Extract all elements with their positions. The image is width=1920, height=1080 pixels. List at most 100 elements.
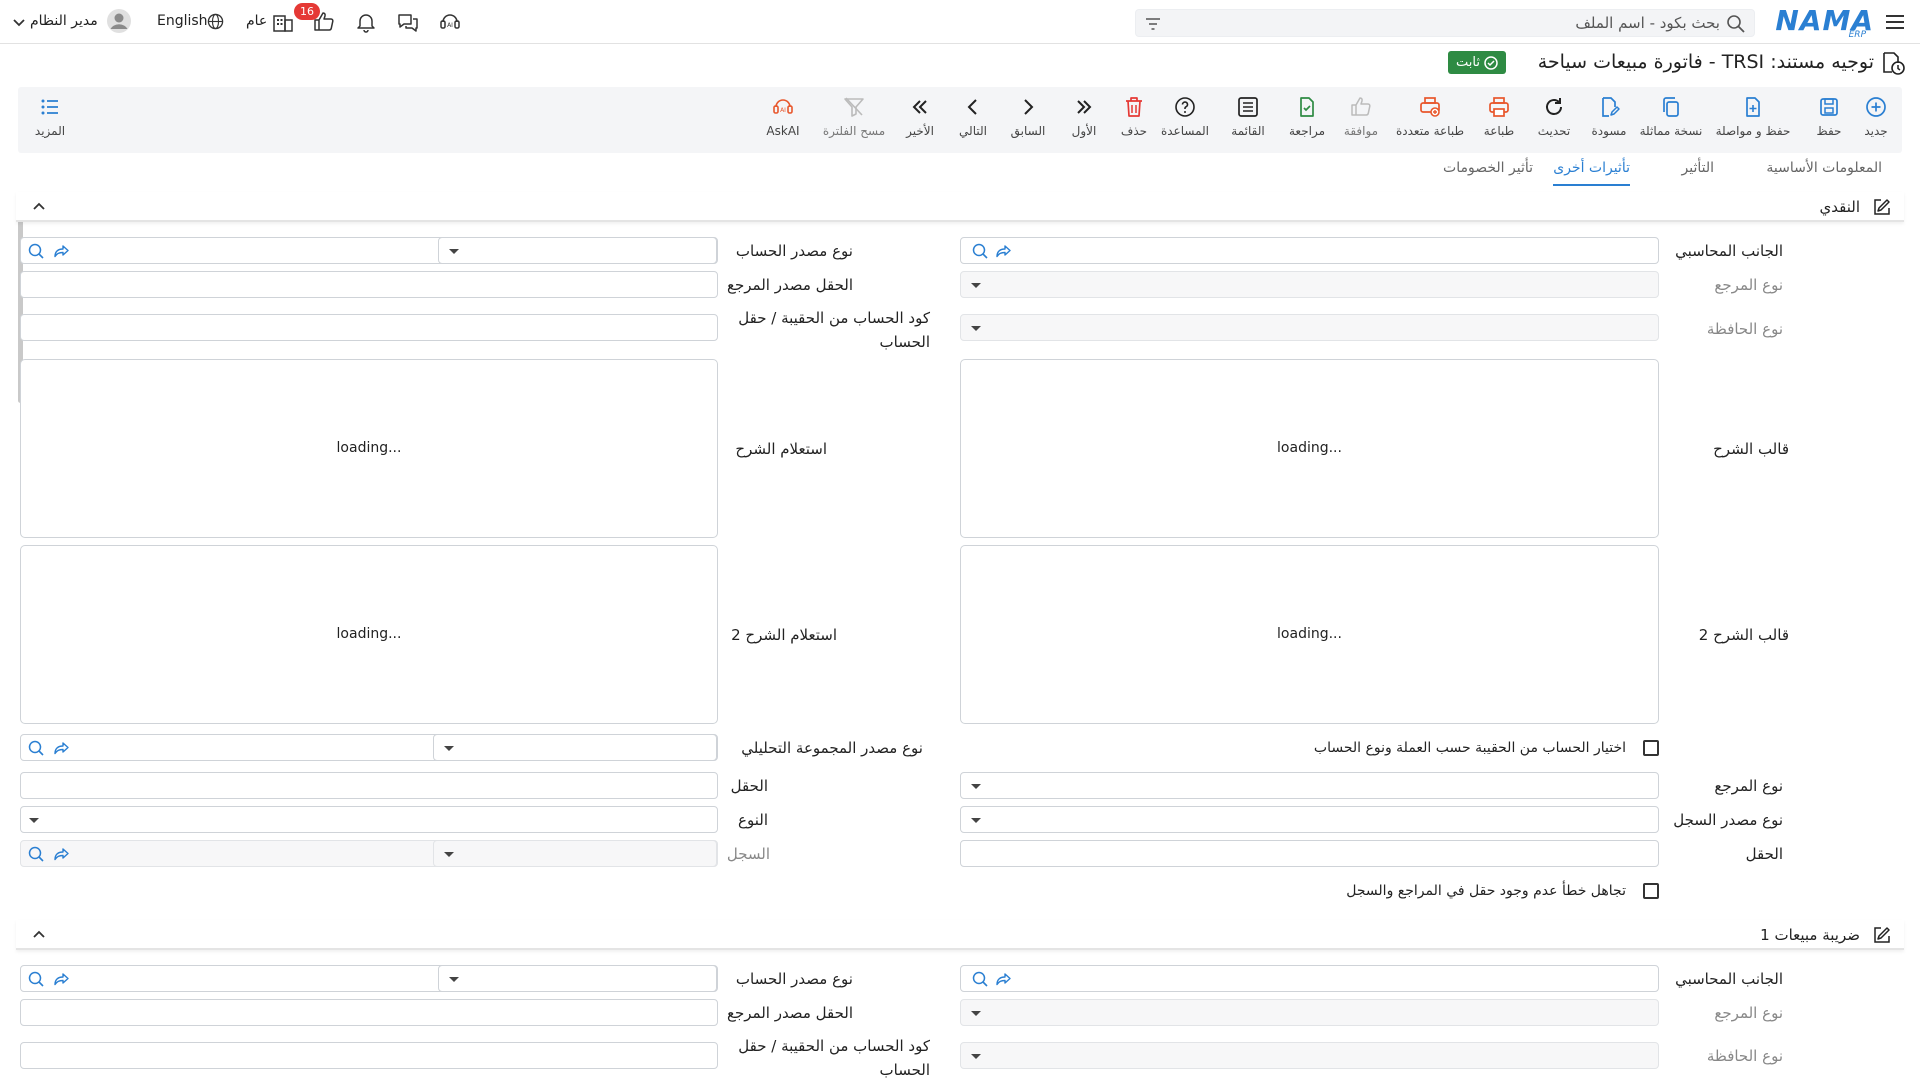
chevron-up-icon[interactable] xyxy=(32,200,46,214)
ref-type2-select[interactable] xyxy=(960,772,1659,799)
share-icon[interactable] xyxy=(995,970,1013,988)
chevron-down-icon[interactable] xyxy=(12,15,26,29)
draft-button[interactable]: مسودة xyxy=(1579,95,1639,147)
share-icon[interactable] xyxy=(53,242,71,260)
search-plus-icon[interactable] xyxy=(27,970,45,988)
account-source-type-select[interactable] xyxy=(438,237,717,264)
status-badge: ثابت xyxy=(1448,51,1506,74)
double-chevron-left-icon xyxy=(912,100,927,114)
more-button[interactable]: المزيد xyxy=(22,95,78,147)
multi-print-label: طباعة متعددة xyxy=(1395,124,1464,138)
svg-text:AI: AI xyxy=(447,22,453,29)
loading-text: loading... xyxy=(1277,625,1342,642)
search-plus-icon[interactable] xyxy=(27,242,45,260)
record-source-type-label: نوع مصدر السجل xyxy=(1673,811,1783,829)
search-input[interactable] xyxy=(1180,13,1720,33)
field-input[interactable] xyxy=(20,772,718,799)
svg-text:AI: AI xyxy=(780,107,786,114)
choose-account-checkbox[interactable] xyxy=(1643,740,1659,756)
edit-icon[interactable] xyxy=(1872,197,1892,217)
search-plus-icon[interactable] xyxy=(27,739,45,757)
search-plus-icon[interactable] xyxy=(971,242,989,260)
chat-icon[interactable] xyxy=(396,10,420,34)
choose-account-checkbox-label: اختيار الحساب من الحقيبة حسب العملة ونوع… xyxy=(1313,740,1626,756)
tax-reference-source-field-input[interactable] xyxy=(20,999,718,1026)
field2-input[interactable] xyxy=(960,840,1659,867)
approve-button[interactable]: موافقة xyxy=(1331,95,1391,147)
bell-icon[interactable] xyxy=(354,10,378,34)
edit-icon[interactable] xyxy=(1872,925,1892,945)
clear-filter-button[interactable]: مسح الفلترة xyxy=(818,95,890,147)
check-circle-icon xyxy=(1484,55,1498,70)
company-building-icon[interactable] xyxy=(271,10,295,34)
record-source-type-select[interactable] xyxy=(960,806,1659,833)
narration-template2-editor[interactable]: loading... xyxy=(960,545,1659,724)
search-plus-icon[interactable] xyxy=(27,845,45,863)
save-button[interactable]: حفظ xyxy=(1799,95,1859,147)
tab-basic-info[interactable]: المعلومات الأساسية xyxy=(1766,160,1882,186)
record-select[interactable] xyxy=(433,840,717,867)
tax-account-source-type-select[interactable] xyxy=(438,965,717,992)
delete-button[interactable]: حذف xyxy=(1111,95,1157,147)
accounting-side-label: الجانب المحاسبي xyxy=(1675,242,1783,260)
narration-query-editor[interactable]: loading... xyxy=(20,359,718,538)
ignore-error-checkbox[interactable] xyxy=(1643,883,1659,899)
type-select[interactable] xyxy=(20,806,718,833)
share-icon[interactable] xyxy=(53,845,71,863)
tax-reference-type-select[interactable] xyxy=(960,999,1659,1026)
account-code-input[interactable] xyxy=(20,314,718,341)
tab-discount-effect[interactable]: تأثير الخصومات xyxy=(1443,160,1563,186)
tab-other-effects[interactable]: تأثيرات أخرى xyxy=(1553,160,1630,186)
previous-button[interactable]: السابق xyxy=(1002,95,1054,147)
search-plus-icon[interactable] xyxy=(971,970,989,988)
list-label: القائمة xyxy=(1231,124,1265,138)
narration-template-editor[interactable]: loading... xyxy=(960,359,1659,538)
account-source-type-field[interactable] xyxy=(20,237,718,264)
tax-account-source-type-field[interactable] xyxy=(20,965,718,992)
tab-effect[interactable]: التأثير xyxy=(1682,160,1715,186)
user-avatar-icon[interactable] xyxy=(107,9,131,33)
help-button[interactable]: المساعدة xyxy=(1151,95,1219,147)
user-name[interactable]: مدير النظام xyxy=(30,13,98,29)
share-icon[interactable] xyxy=(53,970,71,988)
tax-portfolio-type-select[interactable] xyxy=(960,1042,1659,1069)
filter-icon[interactable] xyxy=(1144,15,1162,33)
analytic-source-type-select[interactable] xyxy=(433,734,717,761)
narration-query2-editor[interactable]: loading... xyxy=(20,545,718,724)
share-icon[interactable] xyxy=(53,739,71,757)
file-plus-icon xyxy=(1746,97,1760,117)
ai-assistant-icon[interactable]: AI xyxy=(438,10,462,34)
share-icon[interactable] xyxy=(995,242,1013,260)
tax-account-code-input[interactable] xyxy=(20,1042,718,1069)
document-settings-icon xyxy=(1883,52,1905,75)
dropdown-arrow-icon xyxy=(29,818,39,823)
refresh-button[interactable]: تحديث xyxy=(1524,95,1584,147)
askai-button[interactable]: AI AskAI xyxy=(755,95,811,147)
analytic-source-type-field[interactable] xyxy=(20,734,718,761)
next-button[interactable]: التالي xyxy=(948,95,998,147)
record-field[interactable] xyxy=(20,840,718,867)
accounting-side-field[interactable] xyxy=(960,237,1659,264)
dropdown-arrow-icon xyxy=(971,818,981,823)
save-continue-button[interactable]: حفظ و مواصلة xyxy=(1713,95,1793,147)
reference-type-select[interactable] xyxy=(960,271,1659,298)
chevron-up-icon[interactable] xyxy=(32,928,46,942)
nama-logo[interactable]: NAMA ERP xyxy=(1775,4,1874,40)
print-label: طباعة xyxy=(1483,124,1515,138)
review-button[interactable]: مراجعة xyxy=(1277,95,1337,147)
last-button[interactable]: الأخير xyxy=(894,95,946,147)
tax-accounting-side-field[interactable] xyxy=(960,965,1659,992)
list-button[interactable]: القائمة xyxy=(1218,95,1278,147)
first-button[interactable]: الأول xyxy=(1061,95,1107,147)
print-button[interactable]: طباعة xyxy=(1469,95,1529,147)
duplicate-button[interactable]: نسخة مماثلة xyxy=(1635,95,1707,147)
duplicate-label: نسخة مماثلة xyxy=(1639,124,1703,138)
hamburger-menu-icon[interactable] xyxy=(1884,11,1906,33)
language-switch[interactable]: English xyxy=(157,13,208,29)
save-continue-label: حفظ و مواصلة xyxy=(1715,124,1791,138)
multi-print-button[interactable]: طباعة متعددة xyxy=(1392,95,1468,147)
company-name[interactable]: عام xyxy=(246,13,267,29)
portfolio-type-select[interactable] xyxy=(960,314,1659,341)
search-icon[interactable] xyxy=(1726,14,1746,34)
reference-source-field-input[interactable] xyxy=(20,271,718,298)
